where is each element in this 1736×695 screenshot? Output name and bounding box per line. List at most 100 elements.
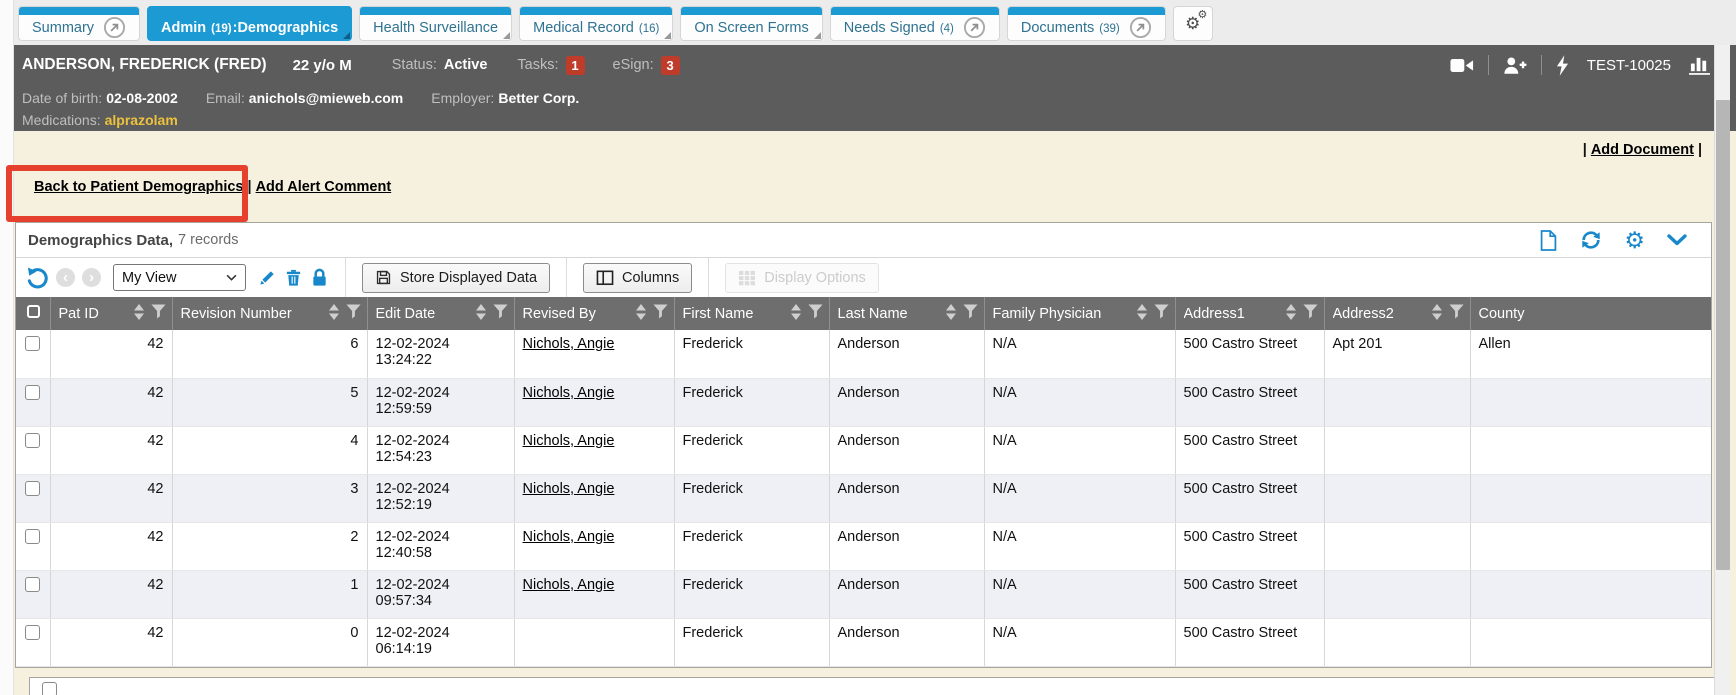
sort-icon[interactable]	[134, 304, 144, 324]
open-in-new-icon[interactable]	[103, 16, 126, 39]
filter-icon[interactable]	[1303, 304, 1318, 323]
cell-pat-id: 42	[50, 522, 172, 570]
select-all-checkbox[interactable]	[27, 305, 40, 318]
cell-address2	[1324, 522, 1470, 570]
column-header-county[interactable]: County	[1470, 297, 1711, 330]
window-left-gutter	[0, 0, 14, 695]
cell-revision-number: 6	[172, 330, 367, 378]
video-camera-icon[interactable]	[1450, 57, 1474, 74]
store-displayed-data-label: Store Displayed Data	[400, 270, 537, 286]
tab-medical-record[interactable]: Medical Record(16)	[519, 6, 673, 41]
back-to-patient-demographics-link[interactable]: Back to Patient Demographics	[34, 179, 244, 195]
header-select-all[interactable]	[16, 297, 50, 330]
column-header-family-physician[interactable]: Family Physician	[984, 297, 1175, 330]
filter-icon[interactable]	[1449, 304, 1464, 323]
row-checkbox[interactable]	[25, 577, 40, 592]
bar-chart-icon[interactable]	[1689, 55, 1710, 75]
column-label: Pat ID	[59, 306, 134, 322]
filter-icon[interactable]	[808, 304, 823, 323]
tab-summary[interactable]: Summary	[18, 6, 140, 41]
column-header-address1[interactable]: Address1	[1175, 297, 1324, 330]
revised-by-link[interactable]: Nichols, Angie	[523, 577, 615, 593]
edit-view-icon[interactable]	[258, 268, 277, 287]
row-checkbox[interactable]	[25, 336, 40, 351]
sort-icon[interactable]	[636, 304, 646, 324]
add-document-row: |Add Document|	[1579, 142, 1706, 158]
tab-admin[interactable]: Admin(19):Demographics	[147, 6, 352, 41]
filter-icon[interactable]	[493, 304, 508, 323]
collapse-chevron-icon[interactable]	[1667, 234, 1687, 246]
sort-icon[interactable]	[791, 304, 801, 324]
column-label: County	[1479, 306, 1706, 322]
delete-view-icon[interactable]	[284, 268, 303, 287]
settings-gear-icon[interactable]: ⚙	[1624, 229, 1645, 252]
revised-by-link[interactable]: Nichols, Angie	[523, 385, 615, 401]
medications-value[interactable]: alprazolam	[105, 112, 178, 128]
filter-icon[interactable]	[963, 304, 978, 323]
add-document-link[interactable]: Add Document	[1591, 142, 1694, 158]
row-checkbox[interactable]	[25, 529, 40, 544]
tab-health-surveillance[interactable]: Health Surveillance	[359, 6, 512, 41]
column-header-revised-by[interactable]: Revised By	[514, 297, 674, 330]
filter-icon[interactable]	[151, 304, 166, 323]
revised-by-link[interactable]: Nichols, Angie	[523, 529, 615, 545]
sort-icon[interactable]	[946, 304, 956, 324]
tasks-badge[interactable]: 1	[566, 56, 585, 75]
display-options-icon	[738, 270, 756, 286]
revised-by-link[interactable]: Nichols, Angie	[523, 481, 615, 497]
columns-button[interactable]: Columns	[583, 263, 692, 293]
add-alert-comment-link[interactable]: Add Alert Comment	[256, 179, 392, 195]
undo-icon[interactable]	[26, 266, 49, 289]
open-in-new-icon[interactable]	[963, 16, 986, 39]
column-header-address2[interactable]: Address2	[1324, 297, 1470, 330]
row-checkbox[interactable]	[25, 385, 40, 400]
cell-family-physician: N/A	[984, 330, 1175, 378]
column-header-first-name[interactable]: First Name	[674, 297, 829, 330]
patient-id: TEST-10025	[1587, 57, 1671, 74]
cell-address1: 500 Castro Street	[1175, 618, 1324, 666]
view-select-value: My View	[122, 270, 226, 286]
display-options-button: Display Options	[725, 263, 879, 293]
scrollbar-thumb[interactable]	[1716, 100, 1730, 570]
column-header-last-name[interactable]: Last Name	[829, 297, 984, 330]
patient-header-bar: ANDERSON, FREDERICK (FRED) 22 y/o M Stat…	[14, 45, 1736, 85]
lightning-icon[interactable]	[1556, 55, 1569, 76]
row-checkbox[interactable]	[25, 481, 40, 496]
sort-icon[interactable]	[1137, 304, 1147, 324]
table-row: 42012-02-202406:14:19FrederickAndersonN/…	[16, 618, 1711, 666]
tabs-settings-button[interactable]: ⚙⚙	[1173, 6, 1213, 41]
filter-icon[interactable]	[653, 304, 668, 323]
tab-needs-signed[interactable]: Needs Signed(4)	[830, 6, 1000, 41]
add-person-icon[interactable]	[1503, 56, 1527, 75]
sort-icon[interactable]	[1432, 304, 1442, 324]
column-header-revision-number[interactable]: Revision Number	[172, 297, 367, 330]
esign-badge[interactable]: 3	[661, 56, 680, 75]
filter-icon[interactable]	[1154, 304, 1169, 323]
new-document-icon[interactable]	[1539, 229, 1558, 252]
view-select[interactable]: My View	[113, 264, 246, 291]
cell-revised-by: Nichols, Angie	[514, 330, 674, 378]
column-header-pat-id[interactable]: Pat ID	[50, 297, 172, 330]
next-view-button[interactable]: ›	[82, 268, 101, 287]
row-checkbox[interactable]	[25, 625, 40, 640]
sort-icon[interactable]	[476, 304, 486, 324]
cell-revised-by: Nichols, Angie	[514, 570, 674, 618]
sort-icon[interactable]	[1286, 304, 1296, 324]
filter-icon[interactable]	[346, 304, 361, 323]
prev-view-button[interactable]: ‹	[56, 268, 75, 287]
gears-icon: ⚙⚙	[1185, 15, 1200, 32]
revised-by-link[interactable]: Nichols, Angie	[523, 433, 615, 449]
tab-on-screen-forms[interactable]: On Screen Forms	[680, 6, 822, 41]
tab-documents[interactable]: Documents(39)	[1007, 6, 1166, 41]
vertical-scrollbar[interactable]	[1714, 45, 1730, 695]
row-checkbox[interactable]	[25, 433, 40, 448]
revised-by-link[interactable]: Nichols, Angie	[523, 336, 615, 352]
refresh-icon[interactable]	[1580, 229, 1602, 251]
open-in-new-icon[interactable]	[1129, 16, 1152, 39]
store-displayed-data-button[interactable]: Store Displayed Data	[362, 263, 550, 293]
lock-view-icon[interactable]	[310, 268, 329, 287]
cell-address1: 500 Castro Street	[1175, 426, 1324, 474]
column-header-edit-date[interactable]: Edit Date	[367, 297, 514, 330]
sort-icon[interactable]	[329, 304, 339, 324]
row-checkbox[interactable]	[42, 682, 57, 695]
